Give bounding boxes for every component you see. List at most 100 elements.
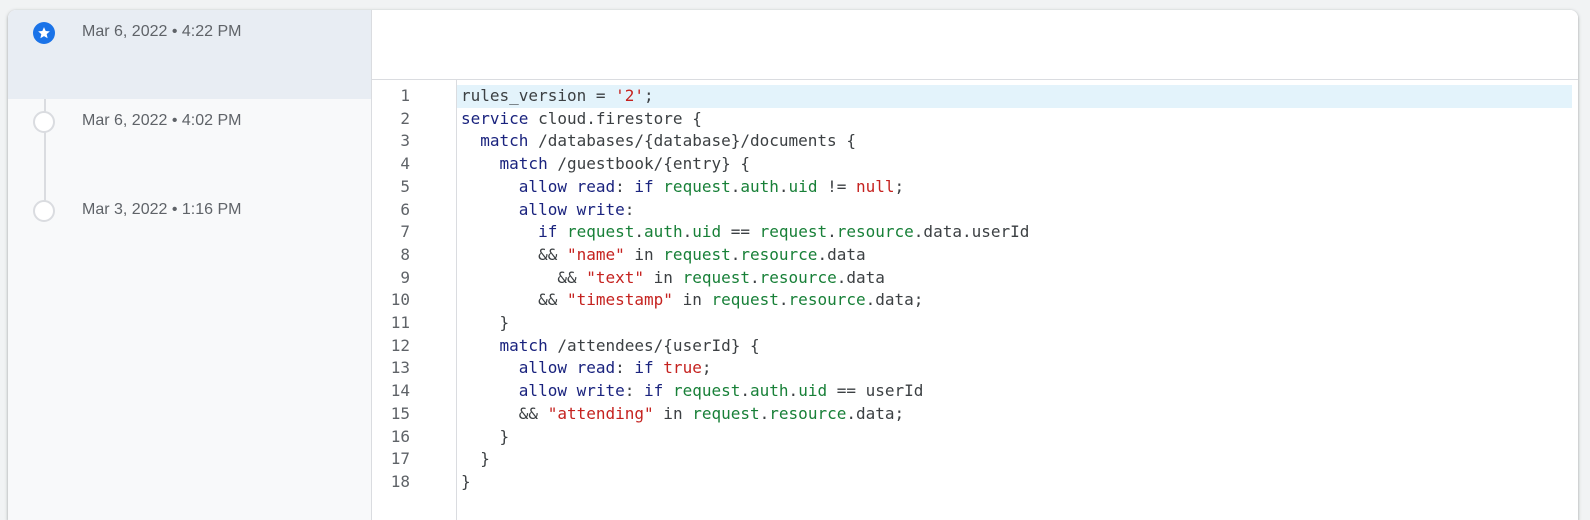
code-token: allow read (461, 358, 616, 378)
line-number: 2 (400, 108, 410, 128)
code-token: if (634, 176, 654, 196)
code-token: . (788, 381, 799, 401)
code-line[interactable]: service cloud.firestore { (457, 108, 1572, 131)
code-token: . (778, 290, 789, 310)
code-token: : (615, 176, 635, 196)
code-token: /databases/{database}/documents { (528, 131, 856, 151)
code-line[interactable]: && "name" in request.resource.data (457, 244, 1572, 267)
code-token: . (682, 222, 693, 242)
history-entry-label: Mar 6, 2022 • 4:02 PM (82, 112, 242, 129)
code-line[interactable]: rules_version = '2'; (457, 85, 1572, 108)
code-token: null (855, 176, 895, 196)
code-token: . (740, 381, 751, 401)
code-line[interactable]: } (457, 448, 1572, 471)
code-token: "name" (566, 244, 625, 264)
code-line[interactable]: && "timestamp" in request.resource.data; (457, 289, 1572, 312)
code-token: /guestbook/{entry} { (547, 154, 750, 174)
code-line[interactable]: allow read: if true; (457, 357, 1572, 380)
code-token: if (644, 381, 664, 401)
line-number: 16 (390, 426, 410, 446)
code-area[interactable]: rules_version = '2'; service cloud.firest… (457, 80, 1578, 520)
code-token: && (461, 267, 587, 287)
line-number: 3 (400, 131, 410, 151)
code-token: && (461, 290, 567, 310)
code-token: : (615, 358, 635, 378)
code-token: match (461, 154, 548, 174)
line-number: 13 (390, 358, 410, 378)
code-token: : (624, 381, 645, 401)
code-token: allow write (461, 381, 625, 401)
code-token: /attendees/{userId} { (547, 335, 760, 355)
history-entry[interactable]: Mar 6, 2022 • 4:22 PM (8, 10, 371, 99)
code-line[interactable]: if request.auth.uid == request.resource.… (457, 221, 1572, 244)
line-number: 10 (390, 290, 410, 310)
rules-editor[interactable]: 1 2 3 4 5 6 7 8 9 10 11 12 13 14 15 16 17 18 rules_versio… (372, 10, 1578, 520)
code-line[interactable]: } (457, 312, 1572, 335)
code-token: resource (759, 267, 837, 287)
code-token: request (672, 381, 741, 401)
code-token: } (461, 426, 510, 446)
code-token: uid (788, 176, 818, 196)
code-token: in (672, 290, 712, 310)
code-token: == (721, 222, 760, 242)
code-token: ; (701, 358, 712, 378)
editor-toolbar (372, 10, 1578, 80)
history-entry-label: Mar 3, 2022 • 1:16 PM (82, 201, 242, 218)
code-token: .data.userId (913, 222, 1030, 242)
code-token: != (817, 176, 856, 196)
rules-history-panel: Mar 6, 2022 • 4:22 PM Mar 6, 2022 • 4:02… (8, 10, 1578, 520)
line-number-gutter: 1 2 3 4 5 6 7 8 9 10 11 12 13 14 15 16 17 18 (372, 80, 457, 520)
code-token: == userId (827, 381, 924, 401)
code-token: true (663, 358, 702, 378)
code-token: . (634, 222, 645, 242)
line-number: 7 (400, 222, 410, 242)
code-line[interactable]: } (457, 471, 1572, 494)
code-token: request (759, 222, 828, 242)
code-token: resource (740, 244, 818, 264)
code-token: request (663, 176, 731, 196)
code-line[interactable]: && "attending" in request.resource.data; (457, 403, 1572, 426)
code-line[interactable]: match /databases/{database}/documents { (457, 130, 1572, 153)
line-number: 18 (390, 471, 410, 491)
circle-icon (33, 111, 55, 133)
history-entry-label: Mar 6, 2022 • 4:22 PM (82, 23, 242, 40)
code-line[interactable]: && "text" in request.resource.data (457, 267, 1572, 290)
code-line[interactable]: allow write: if request.auth.uid == user… (457, 380, 1572, 403)
code-line[interactable]: match /attendees/{userId} { (457, 335, 1572, 358)
code-token: } (461, 449, 490, 469)
line-number: 4 (400, 154, 410, 174)
code-token: auth (740, 176, 779, 196)
history-entry[interactable]: Mar 3, 2022 • 1:16 PM (8, 188, 371, 277)
star-icon (33, 22, 55, 44)
line-number: 11 (390, 313, 410, 332)
code-token: . (827, 222, 837, 242)
code-token: uid (798, 381, 828, 401)
line-number: 8 (400, 244, 410, 264)
code-token: if (634, 358, 654, 378)
code-token: auth (644, 222, 683, 242)
code-token: resource (769, 403, 847, 423)
code-token: "timestamp" (566, 290, 673, 310)
code-token: . (778, 176, 789, 196)
code-token: : (624, 199, 635, 219)
history-entry[interactable]: Mar 6, 2022 • 4:02 PM (8, 99, 371, 188)
code-token: . (759, 403, 770, 423)
line-number: 17 (390, 449, 410, 469)
code-line[interactable]: } (457, 426, 1572, 449)
code-token: request (663, 244, 731, 264)
code-token: "text" (586, 267, 645, 287)
version-history-list: Mar 6, 2022 • 4:22 PM Mar 6, 2022 • 4:02… (8, 10, 372, 520)
code-token: auth (750, 381, 789, 401)
code-token: .data; (846, 403, 905, 423)
code-token: rules_version = (461, 86, 616, 105)
code-line[interactable]: allow read: if request.auth.uid != null; (457, 176, 1572, 199)
code-line[interactable]: allow write: (457, 199, 1572, 222)
code-line[interactable]: match /guestbook/{entry} { (457, 153, 1572, 176)
code-token: if (461, 222, 558, 242)
code-token: allow read (461, 176, 616, 196)
code-token: resource (788, 290, 866, 310)
code-token: . (730, 244, 741, 264)
code-token: match (461, 131, 529, 151)
code-token: . (750, 267, 760, 287)
